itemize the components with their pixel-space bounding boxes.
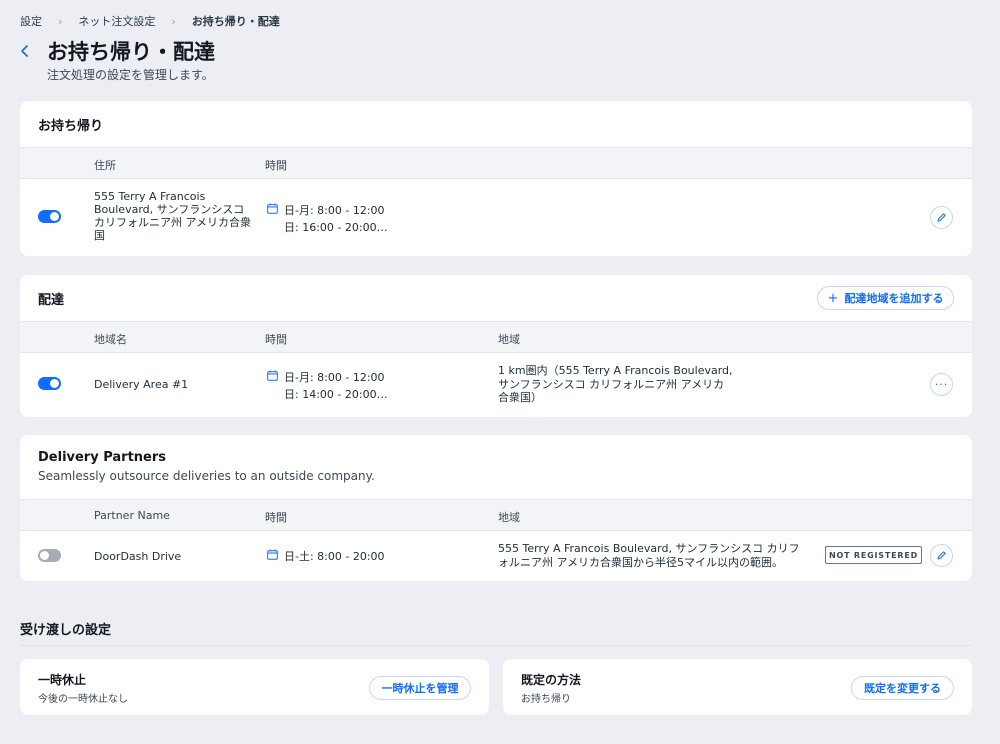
partners-title: Delivery Partners [38,450,167,465]
breadcrumb-current: お持ち帰り・配達 [191,15,280,28]
pause-subtitle: 今後の一時休止なし [38,694,128,705]
delivery-region: 1 km圏内（555 Terry A Francois Boulevard, サ… [498,364,733,404]
chevron-right-icon: › [58,14,63,28]
partners-table-header: Partner Name 時間 地域 [20,499,972,531]
delivery-area-name: Delivery Area #1 [94,378,189,391]
change-default-button[interactable]: 既定を変更する [851,676,954,700]
pickup-table-header: 住所 時間 [20,147,972,179]
partner-name: DoorDash Drive [94,550,182,563]
delivery-table-header: 地域名 時間 地域 [20,321,972,353]
breadcrumb-online-ordering[interactable]: ネット注文設定 [78,13,155,29]
pencil-icon [937,551,946,560]
page-subtitle: 注文処理の設定を管理します。 [47,68,214,82]
plus-icon: + [827,290,839,306]
column-area-name: 地域名 [94,333,127,346]
default-method-card: 既定の方法 お持ち帰り 既定を変更する [503,659,972,715]
page-title: お持ち帰り・配達 [47,40,215,64]
column-region: 地域 [498,333,520,346]
pickup-toggle[interactable] [38,210,61,223]
pickup-address: 555 Terry A Francois Boulevard, サンフランシスコ… [94,190,251,242]
divider [20,645,972,646]
breadcrumb-settings[interactable]: 設定 [20,13,42,29]
edit-pickup-button[interactable] [930,206,953,229]
column-time: 時間 [265,333,287,346]
pencil-icon [937,213,946,222]
default-method-title: 既定の方法 [521,673,582,687]
pause-title: 一時休止 [38,673,87,687]
calendar-icon [267,370,278,381]
status-badge: NOT REGISTERED [825,546,922,564]
calendar-icon [267,549,278,560]
delivery-partners-card: Delivery Partners Seamlessly outsource d… [20,435,972,581]
back-arrow-icon[interactable] [17,40,33,62]
more-options-button[interactable]: ··· [930,373,953,396]
column-address: 住所 [94,159,116,172]
column-time: 時間 [265,159,287,172]
partner-region: 555 Terry A Francois Boulevard, サンフランシスコ… [498,542,800,569]
partner-toggle[interactable] [38,549,61,562]
default-method-value: お持ち帰り [521,694,571,705]
delivery-hours: 日-月: 8:00 - 12:00 日: 14:00 - 20:00… [284,371,388,401]
column-region: 地域 [498,511,520,524]
column-partner-name: Partner Name [94,509,170,522]
delivery-card: 配達 + 配達地域を追加する 地域名 時間 地域 Delivery Area #… [20,275,972,417]
partner-hours: 日-土: 8:00 - 20:00 [284,550,385,563]
delivery-area-toggle[interactable] [38,377,61,390]
add-delivery-area-button[interactable]: + 配達地域を追加する [817,286,954,310]
partner-row: DoorDash Drive 日-土: 8:00 - 20:00 555 Ter… [20,531,972,581]
delivery-row: Delivery Area #1 日-月: 8:00 - 12:00 日: 14… [20,353,972,417]
more-dots-icon: ··· [934,378,949,391]
chevron-right-icon: › [171,14,176,28]
calendar-icon [267,203,278,214]
pickup-hours: 日-月: 8:00 - 12:00 日: 16:00 - 20:00… [284,204,388,234]
handoff-section-title: 受け渡しの設定 [20,623,112,638]
pickup-row: 555 Terry A Francois Boulevard, サンフランシスコ… [20,179,972,256]
partners-subtitle: Seamlessly outsource deliveries to an ou… [38,469,375,483]
column-time: 時間 [265,511,287,524]
pause-card: 一時休止 今後の一時休止なし 一時休止を管理 [20,659,489,715]
edit-partner-button[interactable] [930,544,953,567]
pickup-card: お持ち帰り 住所 時間 555 Terry A Francois Bouleva… [20,101,972,256]
pickup-title: お持ち帰り [38,118,104,134]
manage-pause-button[interactable]: 一時休止を管理 [369,676,471,700]
breadcrumb: 設定 › ネット注文設定 › お持ち帰り・配達 [20,13,280,29]
